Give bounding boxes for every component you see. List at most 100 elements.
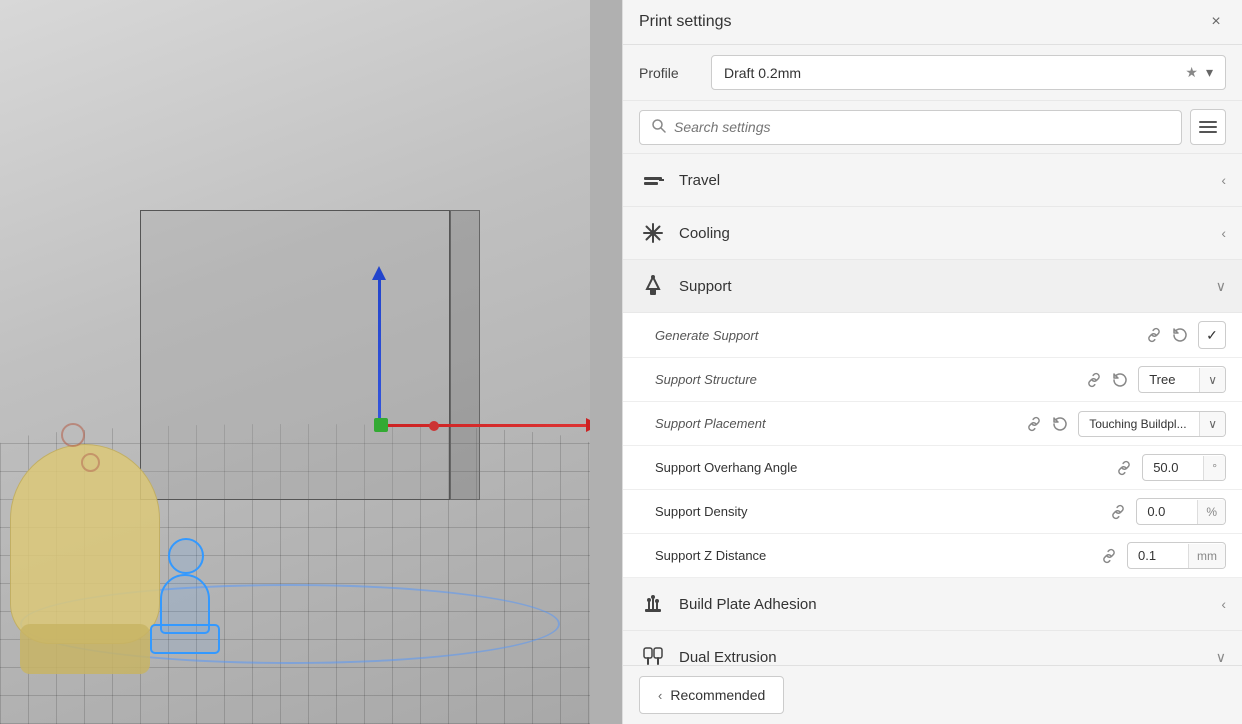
travel-chevron: ‹ bbox=[1221, 172, 1226, 188]
recommended-label: Recommended bbox=[670, 687, 765, 703]
link-icon[interactable] bbox=[1114, 458, 1134, 478]
setting-support-z-distance: Support Z Distance 0.1 mm bbox=[623, 534, 1242, 578]
model-figure bbox=[140, 544, 240, 674]
generate-support-checkbox[interactable]: ✓ bbox=[1198, 321, 1226, 349]
support-placement-chevron[interactable]: ∨ bbox=[1199, 412, 1225, 436]
section-support[interactable]: Support ∨ bbox=[623, 260, 1242, 313]
checkbox-check-icon: ✓ bbox=[1206, 327, 1218, 344]
axis-y bbox=[378, 270, 381, 425]
setting-generate-support: Generate Support ✓ bbox=[623, 313, 1242, 358]
3d-viewport bbox=[0, 0, 590, 724]
section-dual-extrusion[interactable]: Dual Extrusion ∨ bbox=[623, 631, 1242, 665]
support-overhang-angle-value: 50.0 bbox=[1143, 455, 1203, 480]
travel-icon bbox=[639, 166, 667, 194]
hamburger-icon bbox=[1199, 121, 1217, 133]
reset-icon[interactable] bbox=[1050, 414, 1070, 434]
support-density-unit: % bbox=[1197, 500, 1225, 524]
support-z-distance-label: Support Z Distance bbox=[655, 548, 1099, 563]
section-dual-extrusion-label: Dual Extrusion bbox=[679, 649, 1216, 666]
model-dots bbox=[51, 413, 131, 513]
panel-header: Print settings × bbox=[623, 0, 1242, 45]
link-icon[interactable] bbox=[1144, 325, 1164, 345]
setting-support-structure: Support Structure Tree ∨ bbox=[623, 358, 1242, 402]
panel-title: Print settings bbox=[639, 13, 731, 31]
setting-support-placement: Support Placement Touching Buildpl... ∨ bbox=[623, 402, 1242, 446]
profile-select-icons: ★ ▾ bbox=[1185, 64, 1213, 81]
support-structure-label: Support Structure bbox=[655, 372, 1084, 387]
search-input-wrapper bbox=[639, 110, 1182, 145]
close-button[interactable]: × bbox=[1206, 12, 1226, 32]
axis-origin-dot bbox=[374, 418, 388, 432]
support-z-distance-value: 0.1 bbox=[1128, 543, 1188, 568]
generate-support-label: Generate Support bbox=[655, 328, 1144, 343]
axis-y-arrow bbox=[372, 266, 386, 280]
support-z-distance-actions bbox=[1099, 546, 1119, 566]
section-build-plate-adhesion[interactable]: Build Plate Adhesion ‹ bbox=[623, 578, 1242, 631]
support-structure-chevron[interactable]: ∨ bbox=[1199, 368, 1225, 392]
build-plate-side bbox=[450, 210, 480, 500]
model-base bbox=[20, 624, 150, 674]
adhesion-icon bbox=[639, 590, 667, 618]
dual-extrusion-icon bbox=[639, 643, 667, 665]
section-build-plate-label: Build Plate Adhesion bbox=[679, 596, 1221, 613]
reset-icon[interactable] bbox=[1170, 325, 1190, 345]
support-chevron: ∨ bbox=[1216, 278, 1226, 295]
search-icon bbox=[652, 119, 666, 136]
support-overhang-angle-unit: ° bbox=[1203, 456, 1225, 480]
support-overhang-angle-input[interactable]: 50.0 ° bbox=[1142, 454, 1226, 481]
support-density-actions bbox=[1108, 502, 1128, 522]
support-structure-select[interactable]: Tree ∨ bbox=[1138, 366, 1226, 393]
support-overhang-angle-label: Support Overhang Angle bbox=[655, 460, 1114, 475]
panel-footer: ‹ Recommended bbox=[623, 665, 1242, 724]
figure-legs bbox=[150, 624, 220, 654]
search-input[interactable] bbox=[674, 119, 1169, 135]
profile-label: Profile bbox=[639, 65, 699, 81]
build-plate-chevron: ‹ bbox=[1221, 596, 1226, 612]
settings-list: Travel ‹ Cooling ‹ Suppor bbox=[623, 154, 1242, 665]
support-z-distance-unit: mm bbox=[1188, 544, 1225, 568]
support-placement-label: Support Placement bbox=[655, 416, 1024, 431]
link-icon[interactable] bbox=[1084, 370, 1104, 390]
support-structure-value: Tree bbox=[1139, 367, 1199, 392]
support-placement-value: Touching Buildpl... bbox=[1079, 412, 1199, 436]
generate-support-actions bbox=[1144, 325, 1190, 345]
cooling-chevron: ‹ bbox=[1221, 225, 1226, 241]
support-z-distance-input[interactable]: 0.1 mm bbox=[1127, 542, 1226, 569]
build-plate-box bbox=[140, 210, 450, 500]
figure-head bbox=[168, 538, 204, 574]
profile-row: Profile Draft 0.2mm ★ ▾ bbox=[623, 45, 1242, 101]
setting-support-density: Support Density 0.0 % bbox=[623, 490, 1242, 534]
recommended-chevron-icon: ‹ bbox=[658, 688, 662, 703]
support-icon bbox=[639, 272, 667, 300]
support-overhang-angle-actions bbox=[1114, 458, 1134, 478]
support-placement-actions bbox=[1024, 414, 1070, 434]
section-travel-label: Travel bbox=[679, 172, 1221, 189]
link-icon[interactable] bbox=[1108, 502, 1128, 522]
model-bulb bbox=[10, 444, 160, 644]
setting-support-overhang-angle: Support Overhang Angle 50.0 ° bbox=[623, 446, 1242, 490]
section-support-label: Support bbox=[679, 278, 1216, 295]
support-density-value: 0.0 bbox=[1137, 499, 1197, 524]
chevron-down-icon: ▾ bbox=[1206, 64, 1213, 81]
section-cooling[interactable]: Cooling ‹ bbox=[623, 207, 1242, 260]
support-density-input[interactable]: 0.0 % bbox=[1136, 498, 1226, 525]
profile-select[interactable]: Draft 0.2mm ★ ▾ bbox=[711, 55, 1226, 90]
support-placement-select[interactable]: Touching Buildpl... ∨ bbox=[1078, 411, 1226, 437]
hamburger-menu-button[interactable] bbox=[1190, 109, 1226, 145]
cooling-icon bbox=[639, 219, 667, 247]
recommended-button[interactable]: ‹ Recommended bbox=[639, 676, 784, 714]
reset-icon[interactable] bbox=[1110, 370, 1130, 390]
link-icon[interactable] bbox=[1099, 546, 1119, 566]
dual-extrusion-chevron: ∨ bbox=[1216, 649, 1226, 666]
profile-select-value: Draft 0.2mm bbox=[724, 65, 801, 81]
print-settings-panel: Print settings × Profile Draft 0.2mm ★ ▾ bbox=[622, 0, 1242, 724]
section-cooling-label: Cooling bbox=[679, 225, 1221, 242]
axis-x-arrow bbox=[586, 418, 590, 432]
axis-x bbox=[380, 424, 590, 427]
axis-x-dot bbox=[429, 421, 439, 431]
link-icon[interactable] bbox=[1024, 414, 1044, 434]
support-structure-actions bbox=[1084, 370, 1130, 390]
support-density-label: Support Density bbox=[655, 504, 1108, 519]
section-travel[interactable]: Travel ‹ bbox=[623, 154, 1242, 207]
star-icon[interactable]: ★ bbox=[1185, 64, 1198, 81]
